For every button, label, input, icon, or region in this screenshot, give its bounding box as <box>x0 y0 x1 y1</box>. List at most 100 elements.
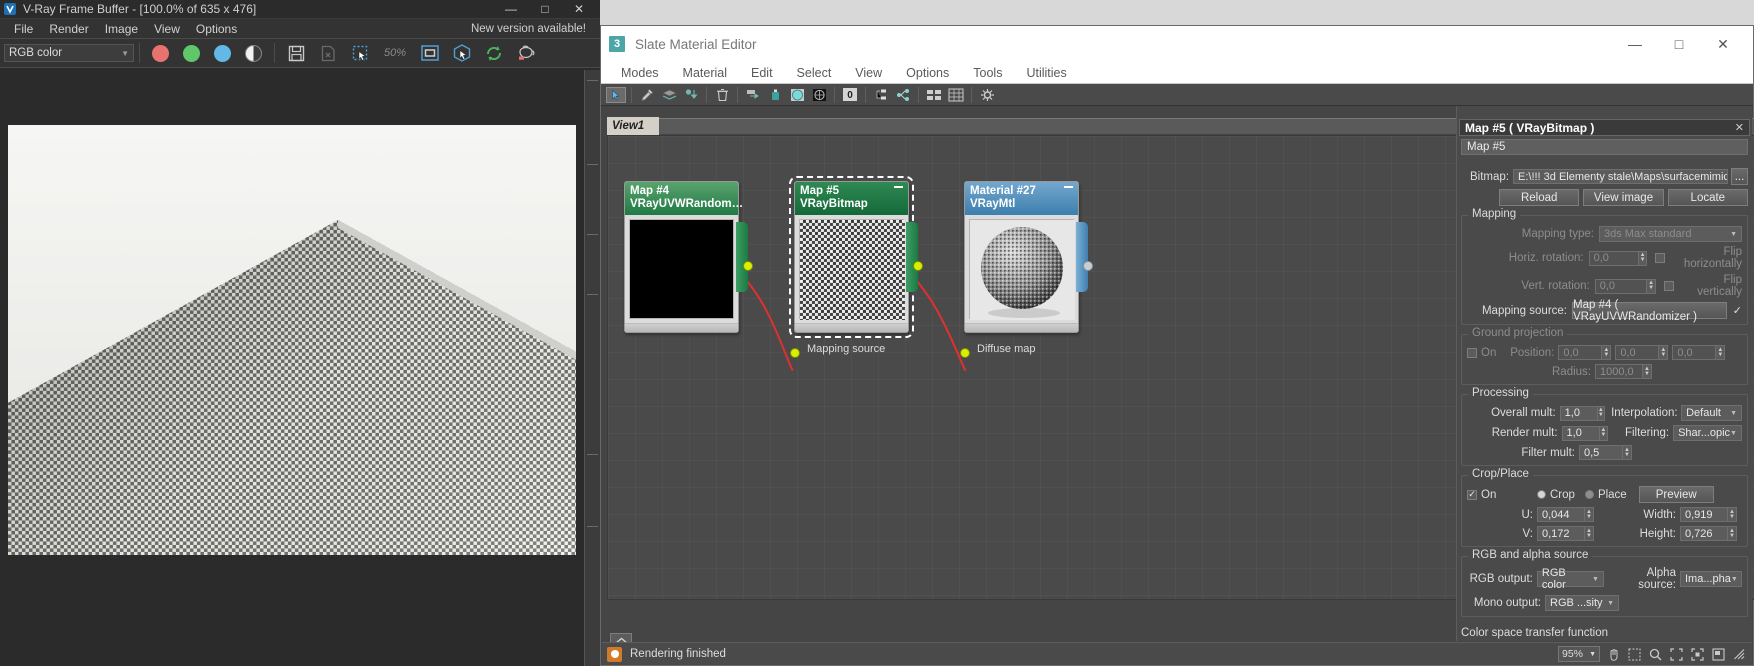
refresh-icon[interactable] <box>483 42 505 64</box>
ground-radius-field[interactable]: 1000,0 <box>1595 364 1643 379</box>
render-mult-spinner[interactable]: ▲ ▼ <box>1600 425 1608 441</box>
vfb-right-scroll-strip[interactable] <box>584 70 600 666</box>
save-icon[interactable] <box>285 42 307 64</box>
mapping-type-select[interactable]: 3ds Max standard ▼ <box>1599 226 1742 242</box>
sme-menu-options[interactable]: Options <box>894 66 961 80</box>
node-map-5-thumbnail[interactable] <box>799 219 905 320</box>
vfb-menu-options[interactable]: Options <box>188 22 245 36</box>
overall-mult-field[interactable]: 1,0 <box>1559 405 1598 421</box>
zoom-extents-icon[interactable] <box>1668 646 1684 662</box>
ground-position-y-spinner[interactable]: ▲ ▼ <box>1659 345 1669 360</box>
delete-icon[interactable] <box>712 86 732 104</box>
preview-button[interactable]: Preview <box>1638 486 1714 503</box>
node-map-5-collapse-icon[interactable] <box>894 186 903 188</box>
param-panel-close-icon[interactable]: ✕ <box>1735 121 1744 134</box>
sme-menu-view[interactable]: View <box>843 66 894 80</box>
bitmap-browse-button[interactable]: ... <box>1731 168 1748 185</box>
render-mult-field[interactable]: 1,0 <box>1561 425 1601 441</box>
view-tab-view1[interactable]: View1 <box>607 117 659 135</box>
vfb-menu-file[interactable]: File <box>6 22 41 36</box>
node-map-4-output-port[interactable] <box>743 261 753 271</box>
zoom-region-icon[interactable] <box>1626 646 1642 662</box>
alpha-source-select[interactable]: Ima...pha ▼ <box>1679 571 1742 587</box>
material-id-channel-icon[interactable]: 0 <box>840 86 860 104</box>
layers-icon[interactable] <box>659 86 679 104</box>
ground-radius-spinner[interactable]: ▲ ▼ <box>1643 364 1652 379</box>
vfb-menu-view[interactable]: View <box>146 22 188 36</box>
crop-on-checkbox[interactable]: ✓ <box>1467 489 1477 500</box>
render-region-pick-icon[interactable] <box>451 42 473 64</box>
move-children-icon[interactable] <box>924 86 944 104</box>
node-map-5-input-port[interactable] <box>790 348 800 358</box>
sme-minimize-button[interactable]: — <box>1613 26 1657 62</box>
eyedropper-icon[interactable] <box>637 86 657 104</box>
crop-width-field[interactable]: 0,919 <box>1680 507 1728 522</box>
flip-horizontally-checkbox[interactable] <box>1655 253 1665 263</box>
param-map-name-field[interactable]: Map #5 <box>1461 139 1748 155</box>
place-radio[interactable] <box>1584 490 1594 499</box>
interpolation-select[interactable]: Default ▼ <box>1681 405 1742 421</box>
show-background-checker-icon[interactable] <box>809 86 829 104</box>
ground-position-z[interactable]: 0,0 <box>1672 345 1717 360</box>
filter-mult-spinner[interactable]: ▲ ▼ <box>1623 445 1632 460</box>
resize-grip-icon[interactable] <box>1731 646 1747 662</box>
crop-radio[interactable] <box>1537 490 1546 499</box>
flip-vertically-checkbox[interactable] <box>1664 281 1674 291</box>
bitmap-path-field[interactable]: E:\!!! 3d Elementy stale\Maps\surfacemim… <box>1513 169 1728 184</box>
node-map-4-thumbnail[interactable] <box>629 219 734 319</box>
vert-rotation-spinner[interactable]: ▲ ▼ <box>1647 278 1657 294</box>
node-material-27-thumbnail[interactable] <box>969 219 1075 320</box>
render-preview-image[interactable] <box>8 125 576 555</box>
crop-width-spinner[interactable]: ▲ ▼ <box>1728 507 1737 522</box>
crop-v-field[interactable]: 0,172 <box>1537 526 1585 541</box>
vfb-minimize-button[interactable]: — <box>494 0 528 18</box>
sme-menu-utilities[interactable]: Utilities <box>1014 66 1078 80</box>
node-map-5-output-tab[interactable] <box>906 222 918 292</box>
horiz-rotation-field[interactable]: 0,0 <box>1588 250 1639 266</box>
node-map-5-output-port[interactable] <box>913 261 923 271</box>
layout-children-icon[interactable] <box>893 86 913 104</box>
overall-mult-spinner[interactable]: ▲ ▼ <box>1597 405 1606 421</box>
crop-u-spinner[interactable]: ▲ ▼ <box>1585 507 1594 522</box>
sme-menu-tools[interactable]: Tools <box>961 66 1014 80</box>
material-preferences-icon[interactable] <box>977 86 997 104</box>
node-material-27-input-port[interactable] <box>960 348 970 358</box>
sme-menu-modes[interactable]: Modes <box>609 66 671 80</box>
ground-position-x-spinner[interactable]: ▲ ▼ <box>1602 345 1612 360</box>
ground-on-checkbox[interactable] <box>1467 347 1477 358</box>
show-grid-icon[interactable] <box>946 86 966 104</box>
horiz-rotation-spinner[interactable]: ▲ ▼ <box>1638 250 1648 266</box>
put-to-scene-icon[interactable] <box>743 86 763 104</box>
sme-menu-edit[interactable]: Edit <box>739 66 785 80</box>
zoom-select[interactable]: 95% ▼ <box>1558 646 1600 662</box>
vert-rotation-field[interactable]: 0,0 <box>1594 278 1648 294</box>
view-image-button[interactable]: View image <box>1583 189 1664 206</box>
vfb-close-button[interactable]: ✕ <box>562 0 596 18</box>
filter-mult-field[interactable]: 0,5 <box>1579 445 1623 460</box>
show-map-hierarchy-icon[interactable] <box>871 86 891 104</box>
rgb-output-select[interactable]: RGB color ▼ <box>1536 567 1604 591</box>
locate-button[interactable]: Locate <box>1667 189 1748 206</box>
alpha-channel-icon[interactable] <box>245 44 262 62</box>
sme-menu-select[interactable]: Select <box>785 66 844 80</box>
navigator-icon[interactable] <box>1710 646 1726 662</box>
sme-close-button[interactable]: ✕ <box>1701 26 1745 62</box>
new-version-notice[interactable]: New version available! <box>471 23 594 35</box>
sme-menu-material[interactable]: Material <box>671 66 739 80</box>
crop-height-field[interactable]: 0,726 <box>1680 526 1728 541</box>
region-select-icon[interactable] <box>349 42 371 64</box>
blue-channel-icon[interactable] <box>214 44 231 62</box>
node-material-27[interactable]: Material #27 VRayMtl Diffuse map <box>960 181 1093 358</box>
ground-position-y[interactable]: 0,0 <box>1615 345 1660 360</box>
ground-position-x[interactable]: 0,0 <box>1558 345 1603 360</box>
node-map-5[interactable]: Map #5 VRayBitmap Mapping source <box>789 176 923 358</box>
green-channel-icon[interactable] <box>183 44 200 62</box>
magnifier-icon[interactable] <box>1647 646 1663 662</box>
node-material-27-collapse-icon[interactable] <box>1064 186 1073 188</box>
mono-output-select[interactable]: RGB ...sity ▼ <box>1545 595 1619 611</box>
show-in-viewport-icon[interactable] <box>765 86 785 104</box>
node-material-27-output-tab[interactable] <box>1076 222 1088 292</box>
export-file-icon[interactable] <box>317 42 339 64</box>
crop-u-field[interactable]: 0,044 <box>1537 507 1585 522</box>
pan-hand-icon[interactable] <box>1605 646 1621 662</box>
